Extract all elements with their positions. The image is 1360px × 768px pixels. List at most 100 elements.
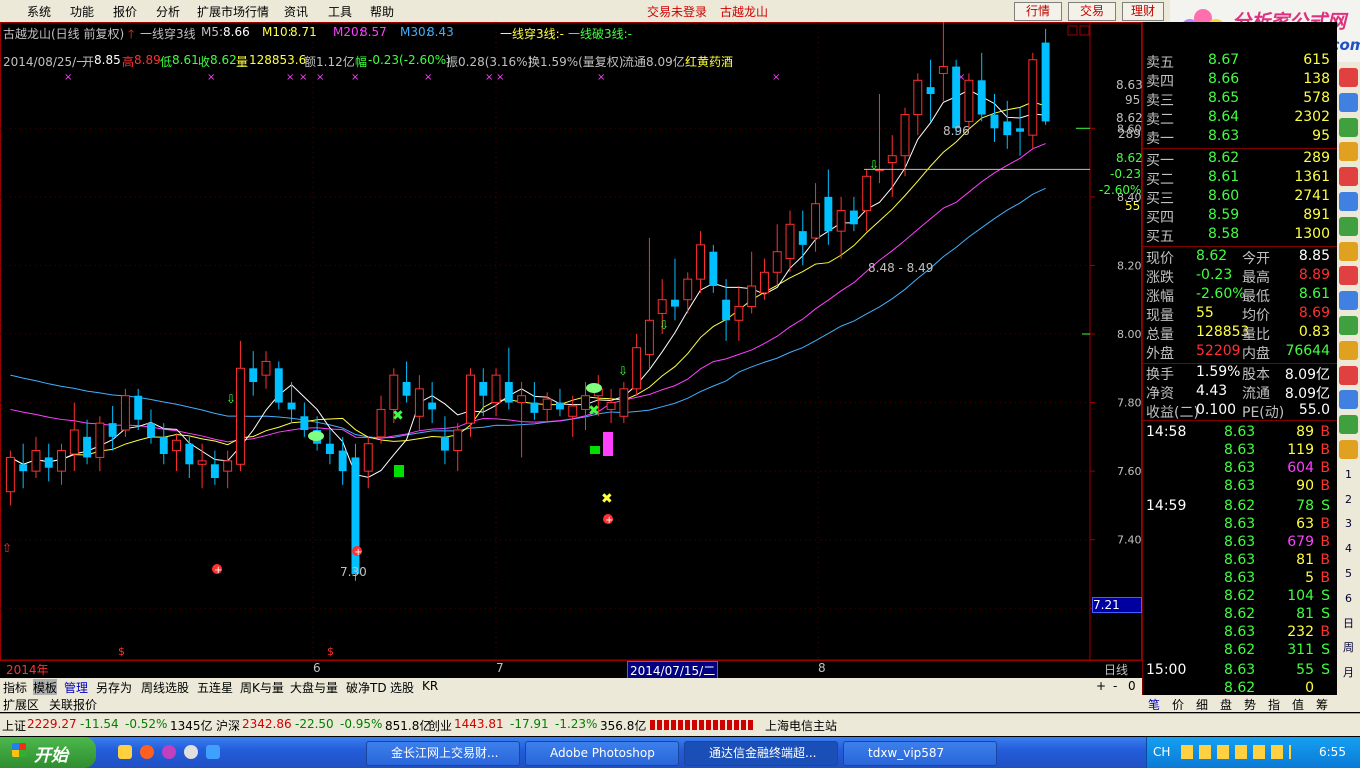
settings-icon[interactable] xyxy=(184,745,198,759)
quote-row[interactable]: 收益(二) 0.100 PE(动) 55.0 xyxy=(1146,402,1336,421)
tab-netbreak[interactable]: 破净TD xyxy=(346,679,387,696)
task-tdx[interactable]: 通达信金融终端超... xyxy=(684,741,838,766)
tick-row[interactable]: 8.63 679 B xyxy=(1146,534,1336,553)
tab-five-star[interactable]: 五连星 xyxy=(197,679,233,696)
tab-manage[interactable]: 管理 xyxy=(64,679,88,696)
quote-row[interactable]: 涨幅 -2.60% 最低 8.61 xyxy=(1146,286,1336,305)
bid-row[interactable]: 买二 8.61 1361 xyxy=(1146,169,1336,188)
task-folder[interactable]: tdxw_vip587 xyxy=(843,741,997,766)
tool-label[interactable]: 5 xyxy=(1339,564,1358,583)
tab-related-quote[interactable]: 关联报价 xyxy=(49,696,97,713)
tool-icon[interactable] xyxy=(1339,365,1358,385)
tick-row[interactable]: 8.63 5 B xyxy=(1146,570,1336,589)
browser-icon[interactable] xyxy=(140,745,154,759)
tool-icon[interactable] xyxy=(1339,266,1358,286)
tab-weekly-k[interactable]: 周K与量 xyxy=(240,679,284,696)
tick-row[interactable]: 8.62 81 S xyxy=(1146,606,1336,625)
tray-icons[interactable] xyxy=(1181,745,1291,759)
zoom-out-button[interactable]: - xyxy=(1113,679,1117,693)
start-button[interactable]: 开始 xyxy=(0,737,96,768)
media-icon[interactable] xyxy=(162,745,176,759)
explorer-icon[interactable] xyxy=(118,745,132,759)
task-trading[interactable]: 金长江网上交易财... xyxy=(366,741,520,766)
tab-template[interactable]: 模板 xyxy=(33,679,58,696)
tool-icon[interactable] xyxy=(1339,415,1358,435)
tool-label[interactable]: 月 xyxy=(1339,663,1358,682)
kline-svg[interactable]: 7.207.407.607.808.008.208.408.60××××××××… xyxy=(0,22,1142,678)
quote-row[interactable]: 净资 4.43 流通 8.09亿 xyxy=(1146,383,1336,402)
quote-button[interactable]: 行情 xyxy=(1014,2,1062,21)
tool-icon[interactable] xyxy=(1339,390,1358,410)
quote-row[interactable]: 外盘 52209 内盘 76644 xyxy=(1146,343,1336,362)
menu-quote[interactable]: 报价 xyxy=(113,3,137,20)
period-label[interactable]: 日线 xyxy=(1104,661,1128,678)
tab-pick[interactable]: 选股 xyxy=(390,679,414,696)
tool-label[interactable]: 周 xyxy=(1339,638,1358,657)
tool-icon[interactable] xyxy=(1339,291,1358,311)
tick-row[interactable]: 8.62 311 S xyxy=(1146,642,1336,661)
detail-tab[interactable]: 价 xyxy=(1172,696,1184,713)
bid-row[interactable]: 买三 8.60 2741 xyxy=(1146,188,1336,207)
detail-tab[interactable]: 笔 xyxy=(1148,696,1160,713)
quote-row[interactable]: 涨跌 -0.23 最高 8.89 xyxy=(1146,267,1336,286)
tool-icon[interactable] xyxy=(1339,117,1358,137)
quote-row[interactable]: 现价 8.62 今开 8.85 xyxy=(1146,248,1336,267)
quote-row[interactable]: 现量 55 均价 8.69 xyxy=(1146,305,1336,324)
tool-label[interactable]: 2 xyxy=(1339,490,1358,509)
zoom-in-button[interactable]: + xyxy=(1096,679,1106,693)
tool-icon[interactable] xyxy=(1339,216,1358,236)
tool-label[interactable]: 4 xyxy=(1339,539,1358,558)
menu-system[interactable]: 系统 xyxy=(27,3,51,20)
tick-row[interactable]: 8.63 81 B xyxy=(1146,552,1336,571)
tick-row[interactable]: 8.63 63 B xyxy=(1146,516,1336,535)
tool-icon[interactable] xyxy=(1339,192,1358,211)
menu-ext-market[interactable]: 扩展市场行情 xyxy=(197,3,269,20)
tool-icon[interactable] xyxy=(1339,241,1358,261)
tool-label[interactable]: 1 xyxy=(1339,465,1358,484)
menu-tools[interactable]: 工具 xyxy=(328,3,352,20)
tool-icon[interactable] xyxy=(1339,340,1358,360)
tick-row[interactable]: 8.62 104 S xyxy=(1146,588,1336,607)
tool-icon[interactable] xyxy=(1339,68,1358,87)
tool-label[interactable]: 3 xyxy=(1339,514,1358,533)
quote-row[interactable]: 换手 1.59% 股本 8.09亿 xyxy=(1146,364,1336,383)
tick-row[interactable]: 8.63 119 B xyxy=(1146,442,1336,461)
tick-row[interactable]: 15:00 8.63 55 S xyxy=(1146,662,1336,681)
lang-indicator[interactable]: CH xyxy=(1153,745,1170,759)
bid-row[interactable]: 买五 8.58 1300 xyxy=(1146,226,1336,245)
tab-indicator[interactable]: 指标 xyxy=(3,679,27,696)
menu-function[interactable]: 功能 xyxy=(70,3,94,20)
tick-row[interactable]: 8.63 604 B xyxy=(1146,460,1336,479)
tool-icon[interactable] xyxy=(1339,92,1358,112)
tick-row[interactable]: 14:59 8.62 78 S xyxy=(1146,498,1336,517)
trade-button[interactable]: 交易 xyxy=(1068,2,1116,21)
task-photoshop[interactable]: Adobe Photoshop xyxy=(525,741,679,766)
tab-market-vol[interactable]: 大盘与量 xyxy=(290,679,338,696)
ask-row[interactable]: 卖二 8.64 2302 xyxy=(1146,109,1336,128)
quote-row[interactable]: 总量 128853 量比 0.83 xyxy=(1146,324,1336,343)
kline-chart[interactable]: 7.207.407.607.808.008.208.408.60××××××××… xyxy=(0,22,1143,680)
ie-icon[interactable] xyxy=(206,745,220,759)
tick-row[interactable]: 8.63 90 B xyxy=(1146,478,1336,497)
tool-label[interactable]: 日 xyxy=(1339,614,1358,633)
menu-news[interactable]: 资讯 xyxy=(284,3,308,20)
tick-row[interactable]: 14:58 8.63 89 B xyxy=(1146,424,1336,443)
ask-row[interactable]: 卖三 8.65 578 xyxy=(1146,90,1336,109)
bid-row[interactable]: 买一 8.62 289 xyxy=(1146,150,1336,169)
detail-tab[interactable]: 势 xyxy=(1244,696,1256,713)
tool-icon[interactable] xyxy=(1339,167,1358,187)
tab-kr[interactable]: KR xyxy=(422,679,438,693)
tab-weekly-pick[interactable]: 周线选股 xyxy=(141,679,189,696)
detail-tab[interactable]: 细 xyxy=(1196,696,1208,713)
login-status[interactable]: 交易未登录 xyxy=(647,3,707,20)
ask-row[interactable]: 卖一 8.63 95 xyxy=(1146,128,1336,147)
server-name[interactable]: 上海电信主站 xyxy=(765,717,837,734)
detail-tab[interactable]: 指 xyxy=(1268,696,1280,713)
menu-help[interactable]: 帮助 xyxy=(370,3,394,20)
zoom-reset-button[interactable]: 0 xyxy=(1128,679,1136,693)
finance-button[interactable]: 理财 xyxy=(1122,2,1164,21)
ask-row[interactable]: 卖五 8.67 615 xyxy=(1146,52,1336,71)
tool-icon[interactable] xyxy=(1339,440,1358,459)
tick-row[interactable]: 8.63 232 B xyxy=(1146,624,1336,643)
tab-ext-area[interactable]: 扩展区 xyxy=(3,696,39,713)
